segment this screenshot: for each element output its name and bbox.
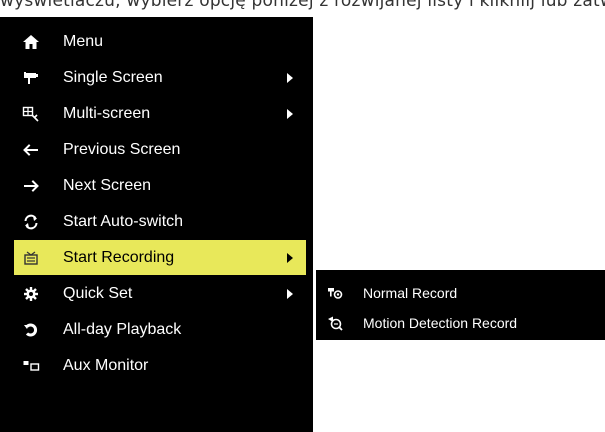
menu-item-label: Start Recording (63, 248, 175, 266)
menu-item-label: Previous Screen (63, 140, 181, 158)
recording-submenu: Normal Record Motion Detection Record (316, 270, 605, 340)
menu-item-single-screen[interactable]: Single Screen (14, 60, 306, 95)
submenu-item-motion-detection-record[interactable]: Motion Detection Record (326, 311, 596, 335)
menu-item-label: Single Screen (63, 68, 163, 86)
background-document-text: wyświetlaczu, wybierz opcję poniżej z ro… (0, 0, 605, 11)
menu-item-quick-set[interactable]: Quick Set (14, 276, 306, 311)
normal-record-icon (326, 284, 344, 302)
aux-monitor-icon (21, 356, 41, 376)
menu-item-multi-screen[interactable]: Multi-screen (14, 96, 306, 131)
arrow-right-icon (21, 176, 41, 196)
submenu-item-label: Motion Detection Record (363, 315, 518, 331)
submenu-arrow-icon (287, 108, 293, 119)
submenu-arrow-icon (287, 288, 293, 299)
submenu-item-label: Normal Record (363, 285, 458, 301)
recording-icon (21, 248, 41, 268)
menu-item-label: Aux Monitor (63, 356, 149, 374)
camera-icon (21, 68, 41, 88)
menu-item-label: Menu (63, 32, 104, 50)
menu-item-previous-screen[interactable]: Previous Screen (14, 132, 306, 167)
menu-item-label: All-day Playback (63, 320, 182, 338)
menu-item-label: Next Screen (63, 176, 152, 194)
menu-item-all-day-playback[interactable]: All-day Playback (14, 312, 306, 347)
multi-screen-icon (21, 104, 41, 124)
cycle-icon (21, 212, 41, 232)
context-menu: Menu Single Screen Multi-screen Previous… (0, 17, 313, 432)
motion-record-icon (326, 314, 344, 332)
menu-item-label: Start Auto-switch (63, 212, 184, 230)
menu-item-start-recording[interactable]: Start Recording (14, 240, 306, 275)
menu-item-label: Quick Set (63, 284, 133, 302)
menu-item-label: Multi-screen (63, 104, 151, 122)
menu-item-menu[interactable]: Menu (14, 24, 306, 59)
menu-item-start-auto-switch[interactable]: Start Auto-switch (14, 204, 306, 239)
gear-icon (21, 284, 41, 304)
playback-icon (21, 320, 41, 340)
arrow-left-icon (21, 140, 41, 160)
submenu-arrow-icon (287, 72, 293, 83)
menu-item-next-screen[interactable]: Next Screen (14, 168, 306, 203)
home-icon (21, 32, 41, 52)
submenu-item-normal-record[interactable]: Normal Record (326, 281, 596, 305)
submenu-arrow-icon (287, 252, 293, 263)
menu-item-aux-monitor[interactable]: Aux Monitor (14, 348, 306, 383)
